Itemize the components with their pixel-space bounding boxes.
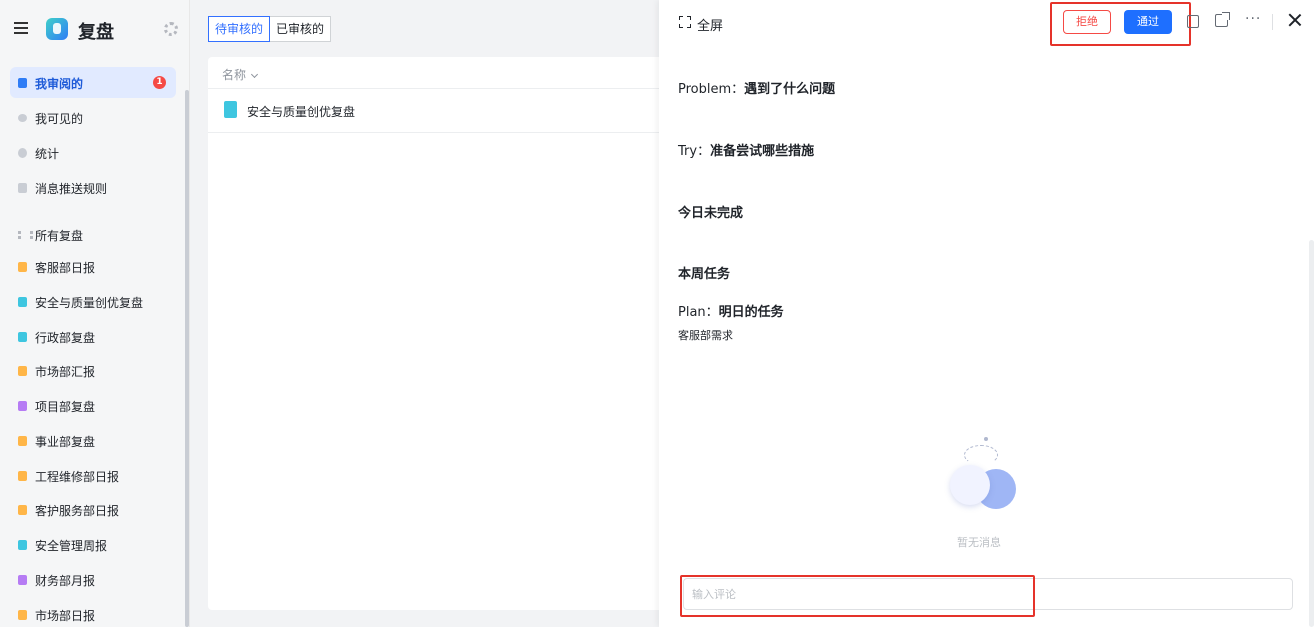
review-icon	[18, 78, 27, 88]
sidebar-item-report[interactable]: 事业部复盘	[10, 425, 176, 456]
eye-icon	[18, 114, 27, 122]
sidebar-item-report[interactable]: 市场部日报	[10, 599, 176, 627]
sidebar-item-label: 事业部复盘	[35, 435, 96, 449]
sidebar: 复盘 我审阅的 1 我可见的 统计 消息推送规则 所有复盘 客服部日报 安全与质…	[0, 0, 190, 627]
gear-icon[interactable]	[164, 22, 178, 36]
document-icon	[18, 471, 27, 481]
document-icon	[18, 401, 27, 411]
sidebar-item-report[interactable]: 客服部日报	[10, 251, 176, 282]
document-icon	[18, 575, 27, 585]
document-icon	[18, 262, 27, 272]
sidebar-item-report[interactable]: 安全与质量创优复盘	[10, 286, 176, 317]
sidebar-item-label: 我审阅的	[35, 77, 84, 91]
sidebar-item-label: 安全与质量创优复盘	[35, 296, 144, 310]
tab-reviewed[interactable]: 已审核的	[270, 16, 332, 42]
section-unfinished-today: 今日未完成	[678, 202, 743, 221]
section-title: 明日的任务	[718, 305, 784, 320]
menu-icon[interactable]	[14, 22, 28, 34]
fullscreen-button[interactable]: 全屏	[697, 15, 723, 34]
sidebar-item-statistics[interactable]: 统计	[10, 137, 176, 168]
sidebar-item-label: 项目部复盘	[35, 400, 96, 414]
reject-button[interactable]: 拒绝	[1063, 10, 1111, 34]
sidebar-item-report[interactable]: 行政部复盘	[10, 321, 176, 352]
sidebar-item-label: 市场部汇报	[35, 365, 96, 379]
document-icon	[18, 610, 27, 620]
section-problem: Problem：遇到了什么问题	[678, 78, 835, 97]
sidebar-item-label: 财务部月报	[35, 574, 96, 588]
sidebar-item-report[interactable]: 工程维修部日报	[10, 460, 176, 491]
more-icon[interactable]: ···	[1245, 11, 1261, 27]
document-icon	[224, 101, 237, 118]
section-plan: Plan：明日的任务	[678, 301, 784, 320]
row-name: 安全与质量创优复盘	[247, 105, 356, 119]
sidebar-item-label: 客服部日报	[35, 261, 96, 275]
grid-icon	[18, 230, 33, 240]
edit-icon	[18, 183, 27, 193]
document-icon	[18, 332, 27, 342]
section-title: 今日未完成	[678, 206, 744, 221]
sidebar-item-visible-to-me[interactable]: 我可见的	[10, 102, 176, 133]
sidebar-item-label: 消息推送规则	[35, 182, 108, 196]
section-prefix: Plan：	[678, 305, 719, 320]
app-logo-icon	[46, 18, 68, 40]
thumbs-up-icon[interactable]	[1187, 15, 1199, 28]
section-title: 遇到了什么问题	[744, 82, 836, 97]
sidebar-item-report[interactable]: 财务部月报	[10, 564, 176, 595]
review-list: 名称 安全与质量创优复盘	[208, 57, 668, 610]
sidebar-item-label: 我可见的	[35, 112, 84, 126]
document-icon	[18, 366, 27, 376]
document-icon	[18, 505, 27, 515]
document-icon	[18, 436, 27, 446]
column-header-label: 名称	[222, 68, 247, 82]
section-weekly-tasks: 本周任务	[678, 263, 730, 282]
sidebar-item-label: 客护服务部日报	[35, 504, 120, 518]
close-icon[interactable]	[1287, 12, 1303, 28]
pass-button[interactable]: 通过	[1124, 10, 1172, 34]
highlight-box	[680, 575, 1035, 617]
plan-content: 客服部需求	[678, 329, 733, 342]
document-icon	[18, 297, 27, 307]
drawer-scrollbar[interactable]	[1309, 240, 1314, 627]
review-tabs: 待审核的 已审核的	[208, 16, 332, 42]
fullscreen-icon[interactable]	[679, 16, 691, 28]
sidebar-item-report[interactable]: 安全管理周报	[10, 529, 176, 560]
sidebar-item-push-rules[interactable]: 消息推送规则	[10, 172, 176, 203]
document-icon	[18, 540, 27, 550]
column-header-name[interactable]: 名称	[222, 66, 259, 83]
open-external-icon[interactable]	[1215, 12, 1230, 27]
detail-drawer: 全屏 拒绝 通过 ··· Problem：遇到了什么问题 Try：准备尝试哪些措…	[659, 0, 1316, 627]
sidebar-item-report[interactable]: 项目部复盘	[10, 390, 176, 421]
sidebar-item-report[interactable]: 市场部汇报	[10, 355, 176, 386]
section-title: 准备尝试哪些措施	[710, 144, 815, 159]
app-title: 复盘	[78, 22, 114, 43]
sidebar-item-all-reviews[interactable]: 所有复盘	[10, 219, 176, 250]
sidebar-item-label: 市场部日报	[35, 609, 96, 623]
notification-badge: 1	[153, 76, 166, 89]
section-try: Try：准备尝试哪些措施	[678, 140, 814, 159]
tab-pending[interactable]: 待审核的	[208, 16, 271, 42]
chevron-down-icon	[250, 70, 259, 79]
empty-messages-illustration	[942, 435, 1022, 520]
section-title: 本周任务	[678, 267, 731, 282]
section-prefix: Try：	[678, 144, 711, 159]
section-prefix: Problem：	[678, 82, 745, 97]
sidebar-header: 复盘	[0, 0, 190, 60]
sidebar-item-label: 行政部复盘	[35, 331, 96, 345]
sidebar-scrollbar[interactable]	[185, 90, 189, 627]
sidebar-item-label: 工程维修部日报	[35, 470, 120, 484]
sidebar-item-reviewed-by-me[interactable]: 我审阅的 1	[10, 67, 176, 98]
empty-messages-text: 暂无消息	[957, 536, 1001, 549]
sidebar-item-label: 所有复盘	[35, 229, 84, 243]
sidebar-item-report[interactable]: 客护服务部日报	[10, 494, 176, 525]
sidebar-item-label: 安全管理周报	[35, 539, 108, 553]
pie-chart-icon	[18, 148, 27, 158]
sidebar-item-label: 统计	[35, 147, 60, 161]
divider	[1272, 14, 1273, 30]
table-row[interactable]: 安全与质量创优复盘	[208, 89, 668, 133]
